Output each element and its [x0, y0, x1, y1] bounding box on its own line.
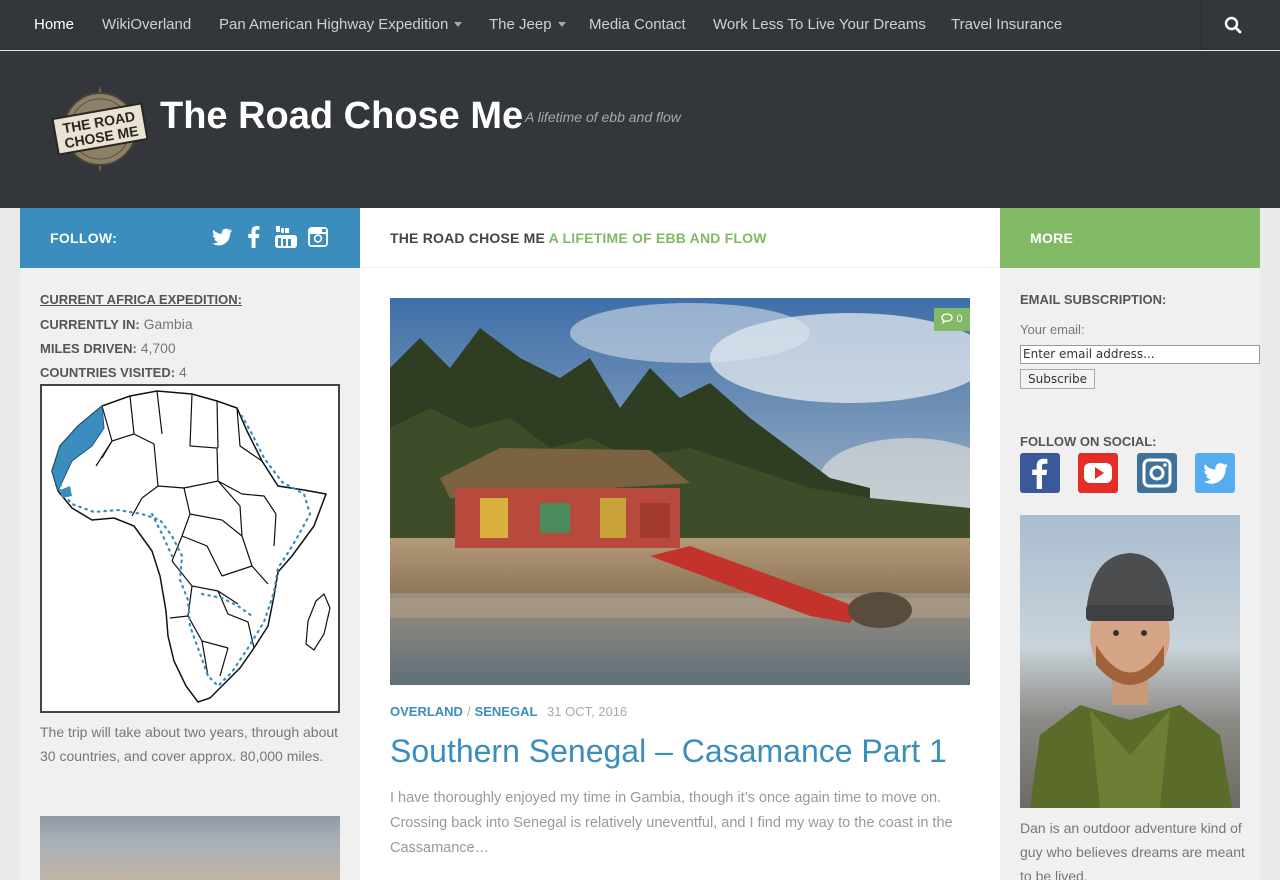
stat-value: Gambia	[143, 316, 193, 332]
africa-route-map[interactable]	[40, 384, 340, 713]
category-link-senegal[interactable]: SENEGAL	[475, 704, 538, 719]
stat-label: MILES DRIVEN:	[40, 341, 137, 356]
site-header: THE ROAD CHOSE ME The Road Chose Me A li…	[0, 51, 1280, 208]
nav-item-wikioverland[interactable]: WikiOverland	[102, 0, 191, 50]
email-label: Your email:	[1020, 322, 1085, 337]
more-bar: MORE	[1000, 208, 1260, 268]
title-tagline: A LIFETIME OF EBB AND FLOW	[548, 230, 767, 246]
search-button[interactable]	[1201, 0, 1280, 50]
stat-countries-visited: COUNTRIES VISITED: 4	[40, 364, 187, 380]
sidebar-photo[interactable]	[40, 816, 340, 880]
follow-label: FOLLOW:	[50, 230, 118, 246]
stat-value: 4,700	[140, 340, 176, 356]
stat-currently-in: CURRENTLY IN: Gambia	[40, 316, 193, 332]
nav-item-the-jeep-label: The Jeep	[489, 16, 552, 33]
site-tagline: A lifetime of ebb and flow	[525, 109, 681, 125]
nav-item-pan-american[interactable]: Pan American Highway Expedition	[219, 0, 463, 50]
nav-item-the-jeep[interactable]: The Jeep	[489, 0, 566, 50]
instagram-icon[interactable]	[306, 225, 330, 249]
site-logo[interactable]: THE ROAD CHOSE ME	[50, 81, 150, 177]
nav-item-travel-insurance[interactable]: Travel Insurance	[951, 0, 1062, 50]
post-featured-image[interactable]	[390, 298, 970, 685]
follow-bar: FOLLOW:	[20, 208, 360, 268]
follow-social-title: FOLLOW ON SOCIAL:	[1020, 434, 1157, 449]
title-site-name: THE ROAD CHOSE ME	[390, 230, 546, 246]
email-input[interactable]: Enter email address...	[1020, 345, 1260, 364]
facebook-icon[interactable]	[1020, 453, 1060, 493]
youtube-icon[interactable]	[1078, 453, 1118, 493]
author-bio: Dan is an outdoor adventure kind of guy …	[1020, 820, 1245, 880]
twitter-icon[interactable]	[210, 225, 234, 249]
post-title[interactable]: Southern Senegal – Casamance Part 1	[390, 733, 947, 770]
comments-icon	[941, 313, 954, 325]
more-label: MORE	[1030, 230, 1074, 246]
stat-label: COUNTRIES VISITED:	[40, 365, 176, 380]
subscribe-button[interactable]: Subscribe	[1020, 369, 1095, 389]
trip-description: The trip will take about two years, thro…	[40, 724, 339, 764]
stat-label: CURRENTLY IN:	[40, 317, 140, 332]
site-title[interactable]: The Road Chose Me	[160, 95, 523, 138]
category-separator: /	[466, 704, 471, 719]
search-icon	[1224, 16, 1242, 34]
nav-item-work-less[interactable]: Work Less To Live Your Dreams	[713, 0, 926, 50]
facebook-icon[interactable]	[242, 225, 266, 249]
chevron-down-icon	[557, 22, 566, 27]
post-excerpt: I have thoroughly enjoyed my time in Gam…	[390, 790, 953, 856]
twitter-icon[interactable]	[1195, 453, 1235, 493]
author-photo[interactable]	[1020, 515, 1240, 808]
youtube-icon[interactable]	[274, 225, 298, 249]
nav-item-media-contact[interactable]: Media Contact	[589, 0, 686, 50]
page-title: THE ROAD CHOSE ME A LIFETIME OF EBB AND …	[390, 230, 767, 246]
nav-item-home[interactable]: Home	[34, 0, 74, 50]
instagram-icon[interactable]	[1137, 453, 1177, 493]
email-subscription-title: EMAIL SUBSCRIPTION:	[1020, 292, 1167, 307]
category-link-overland[interactable]: OVERLAND	[390, 704, 463, 719]
chevron-down-icon	[454, 22, 463, 27]
post-date: 31 OCT, 2016	[547, 704, 628, 719]
page-title-bar: THE ROAD CHOSE ME A LIFETIME OF EBB AND …	[360, 208, 1000, 268]
comment-count: 0	[956, 313, 963, 325]
expedition-heading[interactable]: CURRENT AFRICA EXPEDITION:	[40, 292, 242, 307]
post-meta: OVERLAND / SENEGAL 31 OCT, 2016	[390, 704, 627, 719]
comment-count-badge[interactable]: 0	[934, 308, 970, 331]
stat-miles-driven: MILES DRIVEN: 4,700	[40, 340, 176, 356]
nav-item-pan-american-label: Pan American Highway Expedition	[219, 16, 449, 33]
stat-value: 4	[178, 364, 187, 380]
top-navigation: Home WikiOverland Pan American Highway E…	[0, 0, 1280, 50]
